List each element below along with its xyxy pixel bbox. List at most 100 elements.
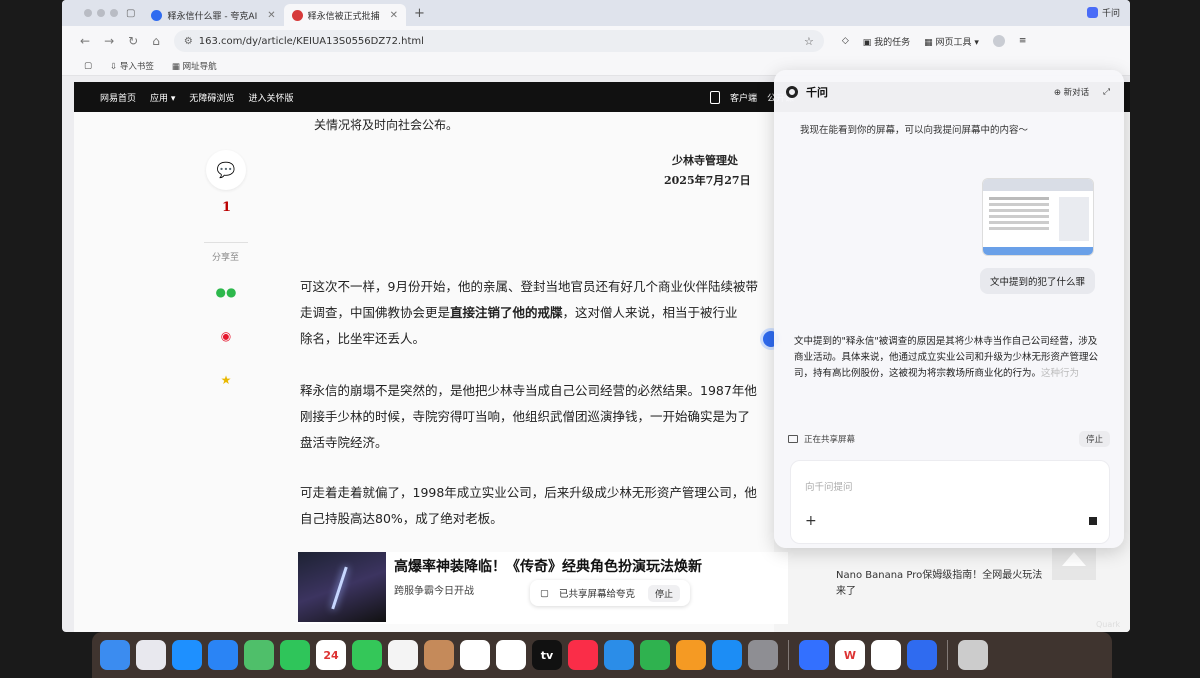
article-paragraph-1: 可这次不一样，9月份开始，他的亲属、登封当地官员还有好几个商业伙伴陆续被带走调查… [300,279,758,346]
reminders-icon[interactable] [460,640,490,670]
stop-sharing-button[interactable]: 停止 [1078,431,1110,447]
tab-bar: ▢ 释永信什么罪 - 夸克AI ✕ 释永信被正式批捕 ✕ + 千问 [62,0,1130,26]
netease-tab-icon [291,9,303,21]
weibo-share-icon[interactable]: ◉ [214,324,238,348]
freeform-icon[interactable] [496,640,526,670]
back-icon[interactable]: ← [80,34,90,48]
phone-icon[interactable] [710,91,720,104]
close-icon[interactable]: ✕ [390,10,398,21]
close-icon[interactable]: ✕ [267,10,275,21]
comment-icon: 💬 [216,161,236,179]
wechat-share-icon[interactable]: ●● [214,280,238,304]
my-tasks-button[interactable]: ▣ 我的任务 [863,35,910,48]
pages-icon[interactable] [676,640,706,670]
avatar[interactable] [992,35,1005,47]
window-controls[interactable] [84,9,118,17]
article: 关情况将及时向社会公布。 少林寺管理处 2025年7月27日 💬 1 分享至 ●… [74,112,788,632]
numbers-icon[interactable] [640,640,670,670]
share-screen-icon: ▢ [540,587,549,599]
tab-quark-ai[interactable]: 释永信什么罪 - 夸克AI ✕ [143,4,283,26]
music-icon[interactable] [568,640,598,670]
nav-client[interactable]: 客户端 [730,91,757,104]
tv-icon[interactable]: tv [532,640,562,670]
keynote-icon[interactable] [604,640,634,670]
reload-icon[interactable]: ↻ [128,34,138,48]
tab-163-article[interactable]: 释永信被正式批捕 ✕ [283,4,407,26]
user-message: 文中提到的犯了什么罪 [980,268,1096,294]
site-info-icon[interactable]: ⚙ [184,36,193,47]
mail-icon[interactable] [208,640,238,670]
address-row: ← → ↻ ⌂ ⚙ 163.com/dy/article/KEIUA13S055… [62,26,1130,56]
new-chat-button[interactable]: ⊕ 新对话 [1054,86,1089,98]
toolbar-right: ◇ ▣ 我的任务 ▦ 网页工具 ▾ ≡ [842,35,1027,48]
promo-link[interactable]: Nano Banana Pro保姆级指南！全网最火玩法来了 [836,568,1046,600]
assistant-greeting: 我现在能看到你的屏幕，可以向我提问屏幕中的内容～ [800,125,1029,136]
settings-icon[interactable] [748,640,778,670]
contacts-icon[interactable] [424,640,454,670]
divider [204,242,248,243]
web-tools-button[interactable]: ▦ 网页工具 ▾ [924,35,979,48]
comment-count: 1 [222,200,232,215]
ad-thumbnail [298,552,386,622]
qwen-top-button[interactable]: 千问 [1086,6,1120,19]
tab-label: 释永信什么罪 - 夸克AI [167,11,258,22]
assistant-header: 千问 [786,84,828,100]
launchpad-icon[interactable] [136,640,166,670]
article-prev-line: 关情况将及时向社会公布。 [314,118,459,132]
bookmark-nav[interactable]: ▦ 网址导航 [172,60,217,72]
ad-subtitle: 跨服争霸今日开战 [394,586,474,597]
qwen-logo-icon [786,86,798,98]
nav-accessible[interactable]: 无障碍浏览 [189,91,234,104]
safari-icon[interactable] [172,640,202,670]
messages-icon[interactable] [352,640,382,670]
url-bar[interactable]: ⚙ 163.com/dy/article/KEIUA13S0556DZ72.ht… [173,30,824,52]
assistant-panel: 千问 ⊕ 新对话 ⤢ 我现在能看到你的屏幕，可以向我提问屏幕中的内容～ 文中提到… [774,70,1124,548]
forward-icon[interactable]: → [104,34,114,48]
appstore-icon[interactable] [712,640,742,670]
photos-icon[interactable] [388,640,418,670]
stop-share-button[interactable]: 停止 [647,584,680,602]
qwen-app-icon[interactable] [907,640,937,670]
sidebar-toggle-icon[interactable]: ▢ [126,8,135,19]
share-pill-text: 已共享屏幕给夸克 [558,589,635,600]
favorite-star-icon[interactable]: ★ [214,368,238,392]
signature-date: 2025年7月27日 [664,174,751,187]
add-attachment-icon[interactable]: + [805,513,817,529]
dock-separator [947,640,948,670]
bookmark-import[interactable]: ⇩ 导入书签 [110,60,154,72]
extension-icon[interactable]: ◇ [842,36,849,46]
dock: 24 tv W [92,632,1112,678]
signature-org: 少林寺管理处 [672,154,738,167]
bookmark-star-icon[interactable]: ☆ [804,35,814,48]
quark-app-icon[interactable] [871,640,901,670]
finder-icon[interactable] [100,640,130,670]
dock-separator [788,640,789,670]
new-tab-button[interactable]: + [414,6,425,21]
share-label: 分享至 [212,253,240,263]
calendar-icon[interactable]: 24 [316,640,346,670]
nav-care[interactable]: 进入关怀版 [248,91,293,104]
comment-button[interactable]: 💬 [206,150,246,190]
maps-icon[interactable] [244,640,274,670]
facetime-icon[interactable] [280,640,310,670]
chat-input[interactable]: 向千问提问 + [790,460,1110,544]
chat-input-placeholder: 向千问提问 [805,482,853,493]
assistant-header-actions: ⊕ 新对话 ⤢ [1054,86,1110,98]
stop-generation-icon[interactable] [1089,517,1097,525]
home-icon[interactable]: ⌂ [152,34,160,48]
bookmarks-panel-icon[interactable]: ▢ [84,61,92,71]
tab-label: 释永信被正式批捕 [307,11,380,22]
wps-icon[interactable]: W [835,640,865,670]
nav-apps[interactable]: 应用 ▾ [150,91,175,104]
menu-icon[interactable]: ≡ [1019,36,1027,46]
screenshot-thumbnail[interactable] [982,178,1094,256]
monitor-icon [788,435,798,443]
expand-icon[interactable]: ⤢ [1103,87,1110,97]
assistant-title: 千问 [806,86,828,99]
qwen-icon [1086,7,1098,18]
trash-icon[interactable] [958,640,988,670]
feishu-icon[interactable] [799,640,829,670]
assistant-answer: 文中提到的"释永信"被调查的原因是其将少林寺当作自己公司经营，涉及商业活动。具体… [794,336,1099,379]
sharing-status-bar: 正在共享屏幕 停止 [788,428,1110,450]
nav-home[interactable]: 网易首页 [100,91,136,104]
